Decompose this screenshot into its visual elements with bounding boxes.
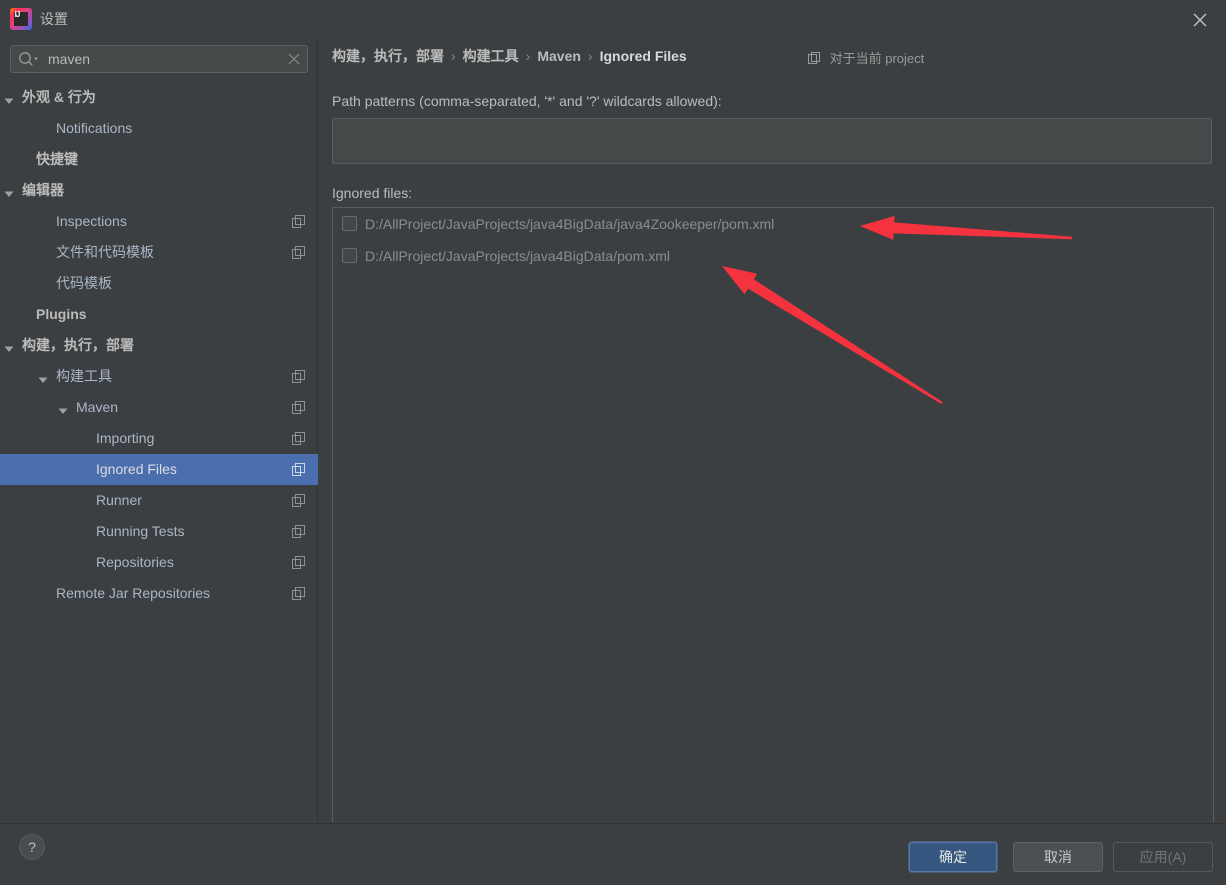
logo-text: IJ — [14, 10, 21, 19]
project-scope-icon — [292, 494, 305, 507]
chevron-down-icon[interactable] — [4, 341, 14, 352]
chevron-down-icon[interactable] — [4, 93, 14, 104]
chevron-down-icon[interactable] — [38, 372, 48, 383]
path-patterns-label: Path patterns (comma-separated, '*' and … — [332, 93, 722, 109]
title-bar: IJ 设置 — [0, 0, 1226, 40]
project-scope-icon — [292, 463, 305, 476]
search-container: maven — [10, 45, 308, 73]
sidebar-item-remote-jar-repositories[interactable]: Remote Jar Repositories — [0, 578, 318, 609]
breadcrumb-item[interactable]: 构建，执行，部署 — [332, 48, 444, 64]
project-scope-icon — [292, 246, 305, 259]
search-icon[interactable] — [18, 51, 40, 72]
sidebar-item-label: Runner — [96, 492, 142, 508]
sidebar-item-label: Inspections — [56, 213, 127, 229]
project-scope-label: 对于当前 project — [829, 51, 925, 66]
sidebar-item-label: 编辑器 — [22, 182, 64, 198]
apply-button[interactable]: 应用(A) — [1113, 842, 1213, 872]
sidebar-item-runner[interactable]: Runner — [0, 485, 318, 516]
sidebar-item-label: Importing — [96, 430, 155, 446]
sidebar-item-inspections[interactable]: Inspections — [0, 206, 318, 237]
window-title: 设置 — [40, 11, 68, 27]
sidebar-item-构建，执行，部署[interactable]: 构建，执行，部署 — [0, 330, 318, 361]
breadcrumb-separator: › — [451, 48, 456, 64]
settings-content-pane: 构建，执行，部署 › 构建工具 › Maven › Ignored Files 对于当前 p… — [318, 40, 1226, 822]
sidebar-item-label: 文件和代码模板 — [56, 244, 154, 260]
path-patterns-input[interactable] — [332, 118, 1212, 164]
search-value: maven — [48, 51, 91, 67]
breadcrumb: 构建，执行，部署 › 构建工具 › Maven › Ignored Files — [332, 46, 687, 66]
sidebar-item-importing[interactable]: Importing — [0, 423, 318, 454]
breadcrumb-item[interactable]: 构建工具 — [463, 48, 519, 64]
sidebar-item-label: Repositories — [96, 554, 174, 570]
sidebar-item-label: Running Tests — [96, 523, 185, 539]
project-scope-icon — [292, 556, 305, 569]
sidebar-item-label: 构建工具 — [56, 368, 112, 384]
sidebar-item-repositories[interactable]: Repositories — [0, 547, 318, 578]
sidebar-item-外观-&-行为[interactable]: 外观 & 行为 — [0, 82, 318, 113]
sidebar-item-label: 外观 & 行为 — [22, 89, 96, 105]
sidebar-item-label: Plugins — [36, 306, 87, 322]
clear-icon[interactable] — [287, 52, 301, 66]
ok-button[interactable]: 确定 — [909, 842, 997, 872]
project-scope-icon — [292, 370, 305, 383]
breadcrumb-item: Ignored Files — [599, 48, 687, 64]
sidebar-item-label: 代码模板 — [56, 275, 112, 291]
sidebar-item-label: Maven — [76, 399, 119, 415]
project-scope-icon — [292, 401, 305, 414]
sidebar-item-label: Remote Jar Repositories — [56, 585, 211, 601]
sidebar-item-label: Notifications — [56, 120, 133, 136]
ignored-file-checkbox[interactable] — [342, 216, 357, 231]
sidebar-item-代码模板[interactable]: 代码模板 — [0, 268, 318, 299]
sidebar-item-running-tests[interactable]: Running Tests — [0, 516, 318, 547]
sidebar-item-label: Ignored Files — [96, 461, 177, 477]
breadcrumb-separator: › — [587, 48, 593, 64]
breadcrumb-item[interactable]: Maven — [537, 48, 581, 64]
project-scope-note: 对于当前 project — [808, 49, 924, 71]
cancel-button[interactable]: 取消 — [1013, 842, 1103, 872]
chevron-down-icon[interactable] — [4, 186, 14, 197]
ignored-files-list: D:/AllProject/JavaProjects/java4BigData/… — [332, 207, 1214, 822]
sidebar-item-maven[interactable]: Maven — [0, 392, 318, 423]
project-scope-icon — [808, 51, 821, 71]
ignored-file-path: D:/AllProject/JavaProjects/java4BigData/… — [365, 248, 671, 264]
help-button[interactable]: ? — [19, 834, 45, 860]
sidebar-item-plugins[interactable]: Plugins — [0, 299, 318, 330]
settings-dialog: IJ 设置 maven 外观 & 行为 Notifications 快捷键 编辑… — [0, 0, 1226, 885]
chevron-down-icon[interactable] — [58, 403, 68, 414]
sidebar-item-编辑器[interactable]: 编辑器 — [0, 175, 318, 206]
ignored-file-row[interactable]: D:/AllProject/JavaProjects/java4BigData/… — [333, 240, 1213, 272]
intellij-idea-logo-icon: IJ — [10, 8, 32, 30]
sidebar-item-notifications[interactable]: Notifications — [0, 113, 318, 144]
breadcrumb-separator: › — [525, 48, 531, 64]
project-scope-icon — [292, 432, 305, 445]
project-scope-icon — [292, 215, 305, 228]
sidebar-item-快捷键[interactable]: 快捷键 — [0, 144, 318, 175]
sidebar-item-label: 快捷键 — [36, 151, 78, 167]
sidebar-item-label: 构建，执行，部署 — [22, 337, 134, 353]
project-scope-icon — [292, 525, 305, 538]
settings-sidebar: maven 外观 & 行为 Notifications 快捷键编辑器 Inspecti… — [0, 40, 318, 822]
ignored-files-label: Ignored files: — [332, 185, 413, 201]
sidebar-item-ignored-files[interactable]: Ignored Files — [0, 454, 318, 485]
dialog-footer: ? 确定 取消 应用(A) — [0, 823, 1226, 885]
project-scope-icon — [292, 587, 305, 600]
sidebar-item-文件和代码模板[interactable]: 文件和代码模板 — [0, 237, 318, 268]
close-icon[interactable] — [1180, 4, 1220, 36]
ignored-file-checkbox[interactable] — [342, 248, 357, 263]
ignored-file-path: D:/AllProject/JavaProjects/java4BigData/… — [365, 216, 775, 232]
ignored-file-row[interactable]: D:/AllProject/JavaProjects/java4BigData/… — [333, 208, 1213, 240]
sidebar-item-构建工具[interactable]: 构建工具 — [0, 361, 318, 392]
settings-tree: 外观 & 行为 Notifications 快捷键编辑器 Inspections 文件和… — [0, 82, 318, 822]
